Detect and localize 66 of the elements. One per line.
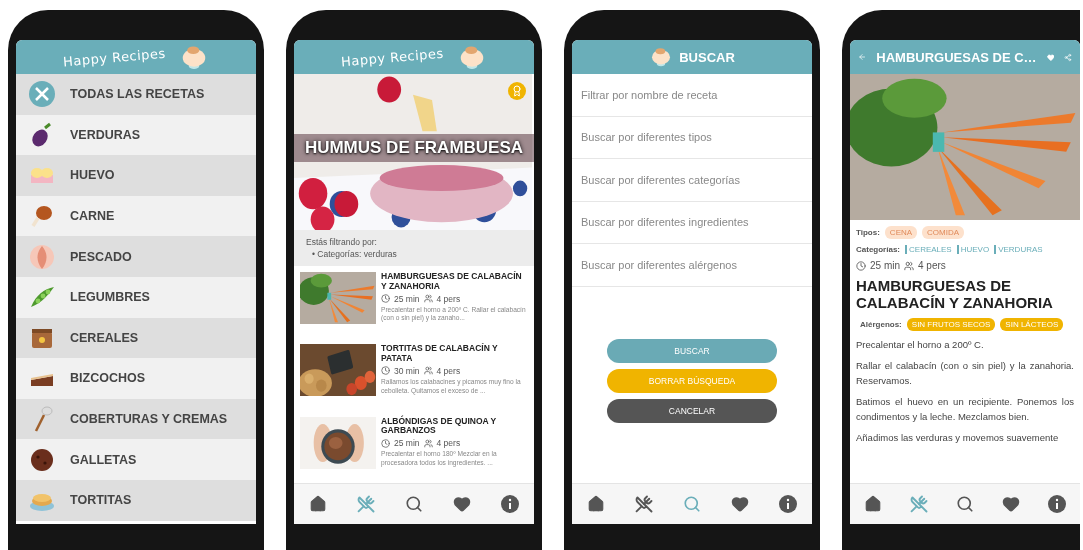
instruction-paragraph: Batimos el huevo en un recipiente. Ponemos los condimentos y la leche. Mezclamos bien. [856, 395, 1074, 425]
info-icon[interactable] [501, 495, 519, 513]
category-item[interactable]: LEGUMBRES [16, 276, 256, 318]
recipe-title[interactable]: TORTITAS DE CALABACÍN Y PATATA [381, 344, 528, 364]
home-icon[interactable] [587, 495, 605, 513]
filter-heading: Estás filtrando por: [306, 237, 378, 247]
people-icon [904, 260, 914, 271]
category-item[interactable]: VERDURAS [16, 114, 256, 156]
allergen-tag: SIN LÁCTEOS [1000, 317, 1064, 331]
recipe-servings: 4 pers [436, 293, 461, 304]
search-icon[interactable] [956, 495, 974, 513]
category-item[interactable]: COBERTURAS Y CREMAS [16, 398, 256, 440]
category-item[interactable]: TODAS LAS RECETAS [16, 74, 256, 115]
utensils-icon[interactable] [635, 495, 653, 513]
category-item[interactable]: PESCADO [16, 236, 256, 277]
recipe-time: 30 min [394, 365, 420, 376]
recipe-time: 25 min [394, 293, 420, 304]
info-icon[interactable] [779, 495, 797, 513]
filter-item: • Categorías: verduras [311, 249, 398, 259]
allergen-tag: SIN FRUTOS SECOS [906, 317, 996, 331]
fish-icon [28, 242, 56, 271]
heart-icon[interactable] [453, 495, 471, 513]
category-item[interactable]: HUEVO [16, 155, 256, 196]
instruction-paragraph: Añadimos las verduras y movemos suavemente [856, 431, 1060, 446]
category-item[interactable]: TORTITAS [16, 479, 256, 521]
type-tag: COMIDA [922, 226, 965, 239]
recipe-servings: 4 pers [436, 438, 461, 449]
heart-icon[interactable] [731, 495, 749, 513]
heart-icon[interactable] [1002, 495, 1020, 513]
instruction-paragraph: Precalentar el horno a 200º C. [856, 337, 985, 352]
clock-icon [381, 438, 390, 448]
category-item[interactable]: CEREALES [16, 317, 256, 359]
screen-title: BUSCAR [679, 49, 735, 65]
categories-label: Categorías: [856, 245, 900, 254]
types-label: Tipos: [856, 228, 880, 237]
category-item[interactable]: BIZCOCHOS [16, 358, 256, 399]
recipe-title[interactable]: ALBÓNDIGAS DE QUINOA Y GARBANZOS [381, 416, 528, 437]
people-icon [423, 294, 433, 304]
search-icon[interactable] [405, 495, 423, 513]
recipe-time: 25 min [394, 438, 420, 449]
screen-title: HAMBURGUESAS DE C… [876, 49, 1037, 65]
recipe-time: 25 min [870, 260, 900, 271]
category-item[interactable]: GALLETAS [16, 439, 256, 480]
app-logo-text: Happy Recipes [62, 45, 166, 69]
home-icon[interactable] [309, 495, 327, 513]
category-item[interactable]: CARNE [16, 195, 256, 237]
info-icon[interactable] [1048, 495, 1066, 513]
recipe-title: HAMBURGUESAS DE CALABACÍN Y ZANAHORIA [856, 277, 1054, 312]
utensils-icon [28, 80, 56, 109]
allergens-label: Alérgenos: [860, 319, 902, 329]
clock-icon [856, 260, 866, 271]
people-icon [423, 438, 433, 448]
category-tag: CEREALES [905, 245, 952, 254]
instruction-paragraph: Rallar el calabacín (con o sin piel) y la zanahoria. Reservamos. [856, 358, 1074, 388]
clock-icon [381, 366, 390, 376]
category-tag: VERDURAS [994, 245, 1043, 254]
people-icon [423, 366, 433, 376]
recipe-servings: 4 pers [918, 260, 946, 271]
clock-icon [381, 294, 390, 304]
cancel-button[interactable]: CANCELAR [607, 398, 777, 423]
app-logo-text: Happy Recipes [340, 45, 444, 69]
home-icon[interactable] [864, 495, 882, 513]
type-tag: CENA [884, 226, 918, 239]
category-tag: HUEVO [956, 245, 990, 254]
recipe-title[interactable]: HAMBURGUESAS DE CALABACÍN Y ZANAHORIA [381, 272, 528, 292]
recipe-servings: 4 pers [436, 365, 461, 376]
